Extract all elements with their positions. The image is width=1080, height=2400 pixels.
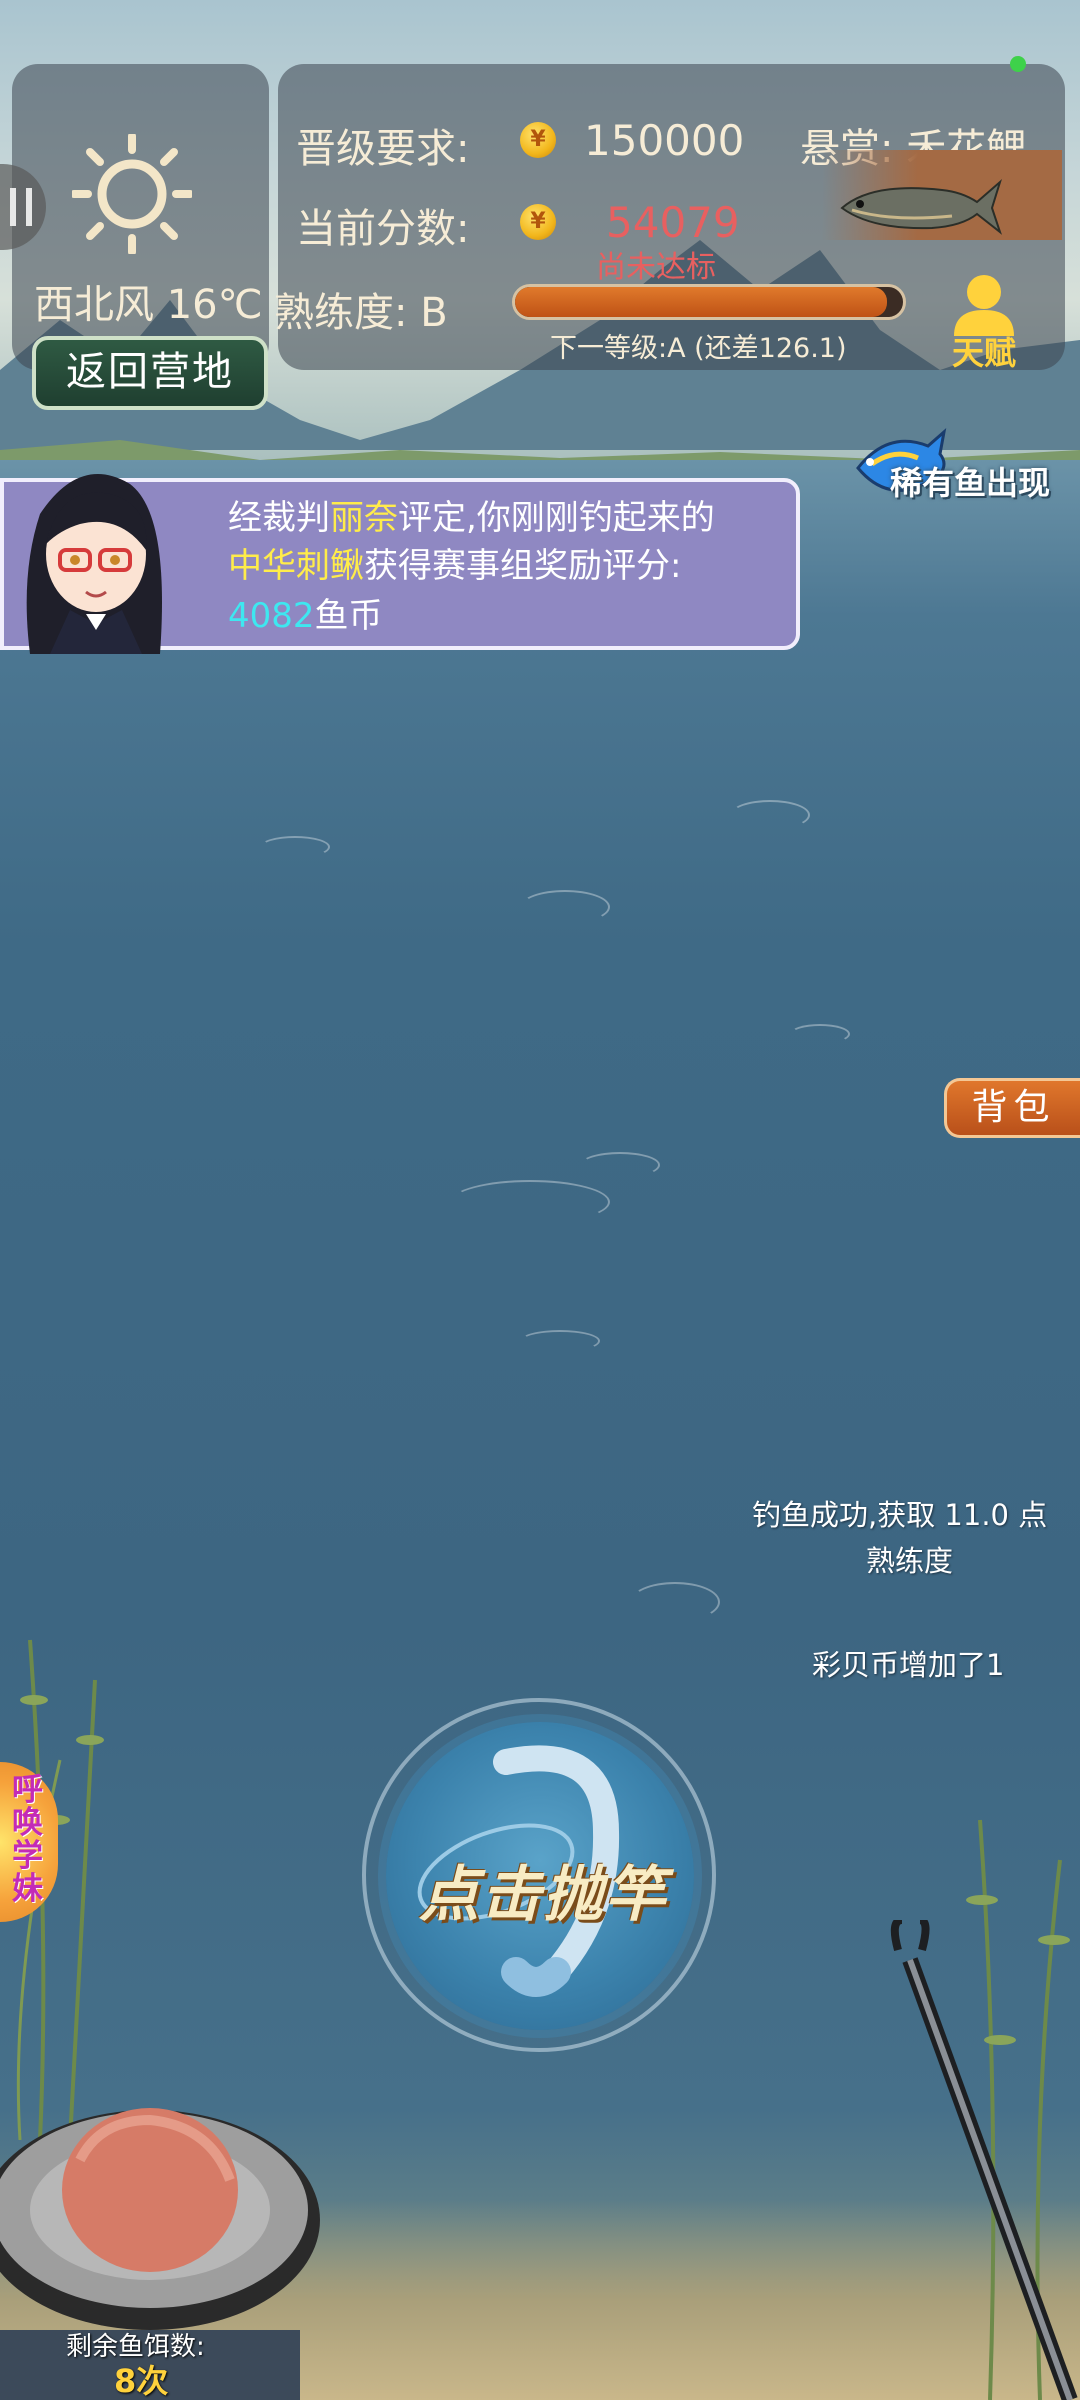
judge-avatar [26,474,162,654]
promotion-value: 150000 [584,116,745,165]
rare-fish-notice: 稀有鱼出现 [890,464,1051,502]
judge-text: 评定,你刚刚钓起来的 [398,498,715,538]
talent-button[interactable]: 天赋 [952,328,1016,374]
judge-message-line2: 中华刺鳅获得赛事组奖励评分: [228,538,681,587]
next-level-text: 下一等级:A (还差126.1) [550,333,847,364]
fishing-rod [890,1920,1078,2400]
reward-amount: 4082 [228,596,315,636]
caught-fish-name: 中华刺鳅 [228,546,364,586]
judge-text: 经裁判 [228,498,330,538]
coin-icon: ¥ [520,204,556,240]
return-camp-button[interactable]: 返回营地 [32,336,268,410]
bounty-fish-icon [840,178,1002,235]
judge-message-line1: 经裁判丽奈评定,你刚刚钓起来的 [228,490,715,539]
weather-panel: 西北风 16℃ 返回营地 [12,64,269,410]
online-indicator [1010,56,1026,72]
sun-icon [72,134,192,254]
temperature: 16℃ [166,282,263,328]
promotion-label: 晋级要求: [296,126,470,172]
coin-icon: ¥ [520,122,556,158]
proficiency-info: 熟练度: B [274,280,448,338]
bait-remaining-count: 8次 [114,2362,169,2400]
proficiency-label: 熟练度: [274,290,408,336]
ripple [520,1330,600,1352]
judge-message-line3: 4082鱼币 [228,588,383,637]
ripple [580,1152,660,1178]
proficiency-progress-bar [512,284,906,320]
proficiency-progress-fill [515,287,888,317]
catch-log-line2: 熟练度 [866,1544,954,1578]
wind-direction: 西北风 [34,282,154,328]
score-status: 尚未达标 [596,250,716,285]
catch-log-line1: 钓鱼成功,获取 11.0 点 [752,1498,1048,1532]
summon-button-label[interactable]: 呼唤学妹 [12,1774,48,1906]
ripple [520,890,610,924]
proficiency-grade: B [420,290,448,336]
ripple [730,800,810,830]
ripple [630,1582,720,1622]
ripple [260,836,330,858]
cast-button-label[interactable]: 点击抛竿 [398,1846,688,1933]
ripple [790,1024,850,1044]
score-label: 当前分数: [296,206,470,252]
shell-coin-log: 彩贝币增加了1 [812,1648,1005,1682]
score-value: 54079 [606,198,740,247]
judge-text: 获得赛事组奖励评分: [364,546,682,586]
reward-unit: 鱼币 [314,596,383,636]
wind-temperature: 西北风 16℃ [34,272,263,330]
bag-button[interactable]: 背包 [944,1078,1080,1138]
judge-name: 丽奈 [330,498,398,538]
ripple [450,1180,610,1224]
